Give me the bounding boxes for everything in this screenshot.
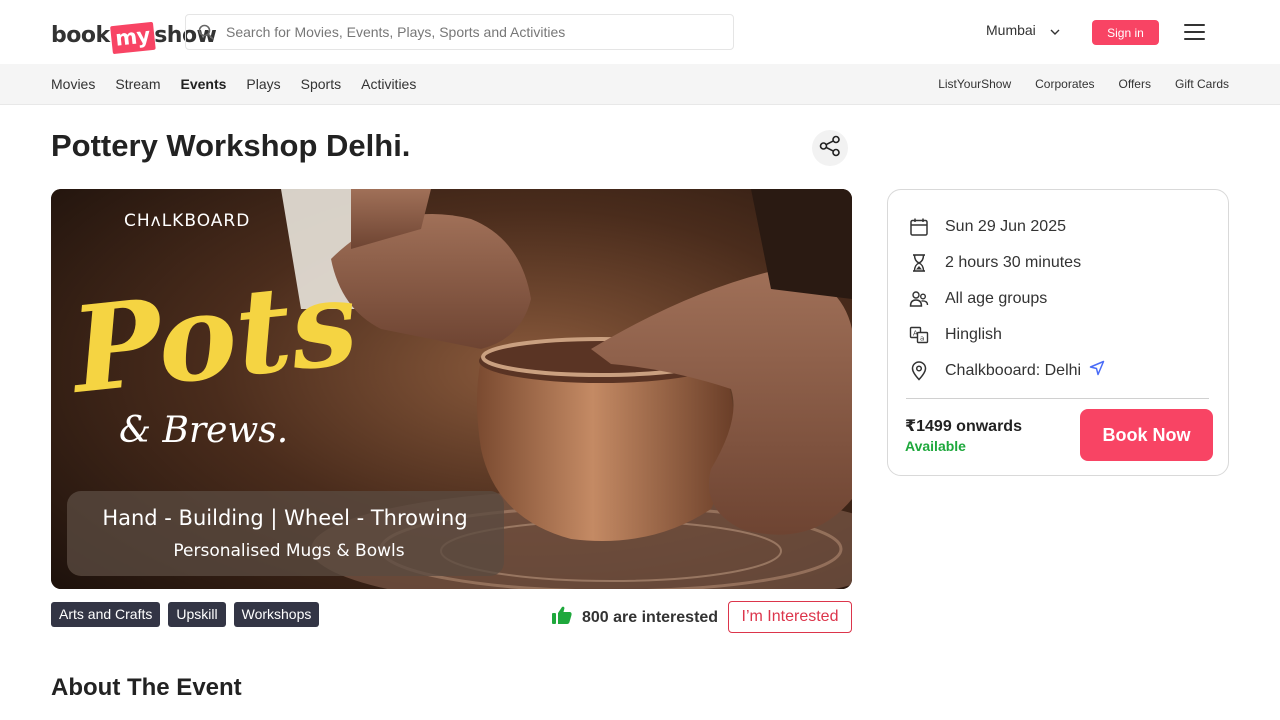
banner-image: CHʌLKBOARD Pots & Brews. Hand - Building…: [51, 189, 852, 589]
city-selector[interactable]: Mumbai: [986, 22, 1060, 38]
info-language-text: Hinglish: [945, 325, 1002, 343]
nav-stream[interactable]: Stream: [115, 76, 160, 92]
hamburger-icon[interactable]: [1184, 24, 1205, 40]
info-age: All age groups: [908, 288, 1047, 309]
info-duration-text: 2 hours 30 minutes: [945, 253, 1082, 271]
share-icon: [819, 135, 841, 162]
info-duration: 2 hours 30 minutes: [908, 252, 1081, 273]
svg-text:a: a: [920, 334, 924, 342]
nav-offers[interactable]: Offers: [1119, 77, 1151, 91]
book-now-button[interactable]: Book Now: [1080, 409, 1213, 461]
main-nav: Movies Stream Events Plays Sports Activi…: [51, 64, 416, 104]
nav-gift-cards[interactable]: Gift Cards: [1175, 77, 1229, 91]
nav-events[interactable]: Events: [180, 76, 226, 92]
info-date: Sun 29 Jun 2025: [908, 216, 1066, 237]
nav-corporates[interactable]: Corporates: [1035, 77, 1094, 91]
tag-workshops[interactable]: Workshops: [233, 602, 320, 627]
about-heading: About The Event: [51, 674, 242, 701]
event-info-card: Sun 29 Jun 2025 2 hours 30 minutes All a…: [887, 189, 1229, 476]
secondary-nav: ListYourShow Corporates Offers Gift Card…: [938, 64, 1229, 104]
info-language: Aa Hinglish: [908, 324, 1002, 345]
info-venue-text[interactable]: Chalkbooard: Delhi: [945, 362, 1081, 380]
search-icon: [186, 24, 226, 40]
banner-subheadline: & Brews.: [119, 410, 288, 451]
info-age-text: All age groups: [945, 289, 1048, 307]
banner-caption-line1: Hand - Building | Wheel - Throwing: [102, 506, 467, 531]
hourglass-icon: [908, 252, 929, 273]
info-venue[interactable]: Chalkbooard: Delhi: [908, 360, 1105, 381]
share-button[interactable]: [812, 130, 848, 166]
nav-list-your-show[interactable]: ListYourShow: [938, 77, 1011, 91]
sign-in-button[interactable]: Sign in: [1092, 20, 1159, 45]
nav-bar: Movies Stream Events Plays Sports Activi…: [0, 64, 1280, 105]
banner-caption-line2: Personalised Mugs & Bowls: [173, 541, 404, 561]
availability-text: Available: [905, 438, 966, 454]
page-title: Pottery Workshop Delhi.: [51, 128, 411, 163]
top-header: bookmyshow Mumbai Sign in: [0, 0, 1280, 64]
logo-text-my: my: [109, 21, 155, 55]
calendar-icon: [908, 216, 929, 237]
thumbs-up-icon: [552, 606, 572, 629]
city-name: Mumbai: [986, 22, 1036, 38]
language-icon: Aa: [908, 324, 929, 345]
location-pin-icon: [908, 360, 929, 381]
im-interested-button[interactable]: I’m Interested: [728, 601, 852, 633]
tag-upskill[interactable]: Upskill: [168, 602, 226, 627]
nav-sports[interactable]: Sports: [301, 76, 341, 92]
nav-activities[interactable]: Activities: [361, 76, 416, 92]
svg-text:A: A: [913, 329, 918, 337]
nav-movies[interactable]: Movies: [51, 76, 95, 92]
banner-brand: CHʌLKBOARD: [124, 211, 250, 231]
interest-count: 800 are interested: [552, 606, 718, 629]
search-input[interactable]: [226, 24, 716, 40]
event-banner: CHʌLKBOARD Pots & Brews. Hand - Building…: [51, 189, 852, 589]
logo-text-book: book: [51, 23, 110, 48]
people-icon: [908, 288, 929, 309]
tag-arts-and-crafts[interactable]: Arts and Crafts: [51, 602, 161, 627]
price-text: ₹1499 onwards: [905, 418, 1022, 435]
nav-plays[interactable]: Plays: [246, 76, 280, 92]
search-bar[interactable]: [185, 14, 734, 50]
interested-count-text: 800 are interested: [582, 608, 719, 626]
card-divider: [906, 398, 1209, 399]
event-tags: Arts and Crafts Upskill Workshops: [51, 602, 320, 627]
info-date-text: Sun 29 Jun 2025: [945, 217, 1066, 235]
directions-icon[interactable]: [1089, 360, 1105, 381]
chevron-down-icon: [1050, 22, 1060, 38]
